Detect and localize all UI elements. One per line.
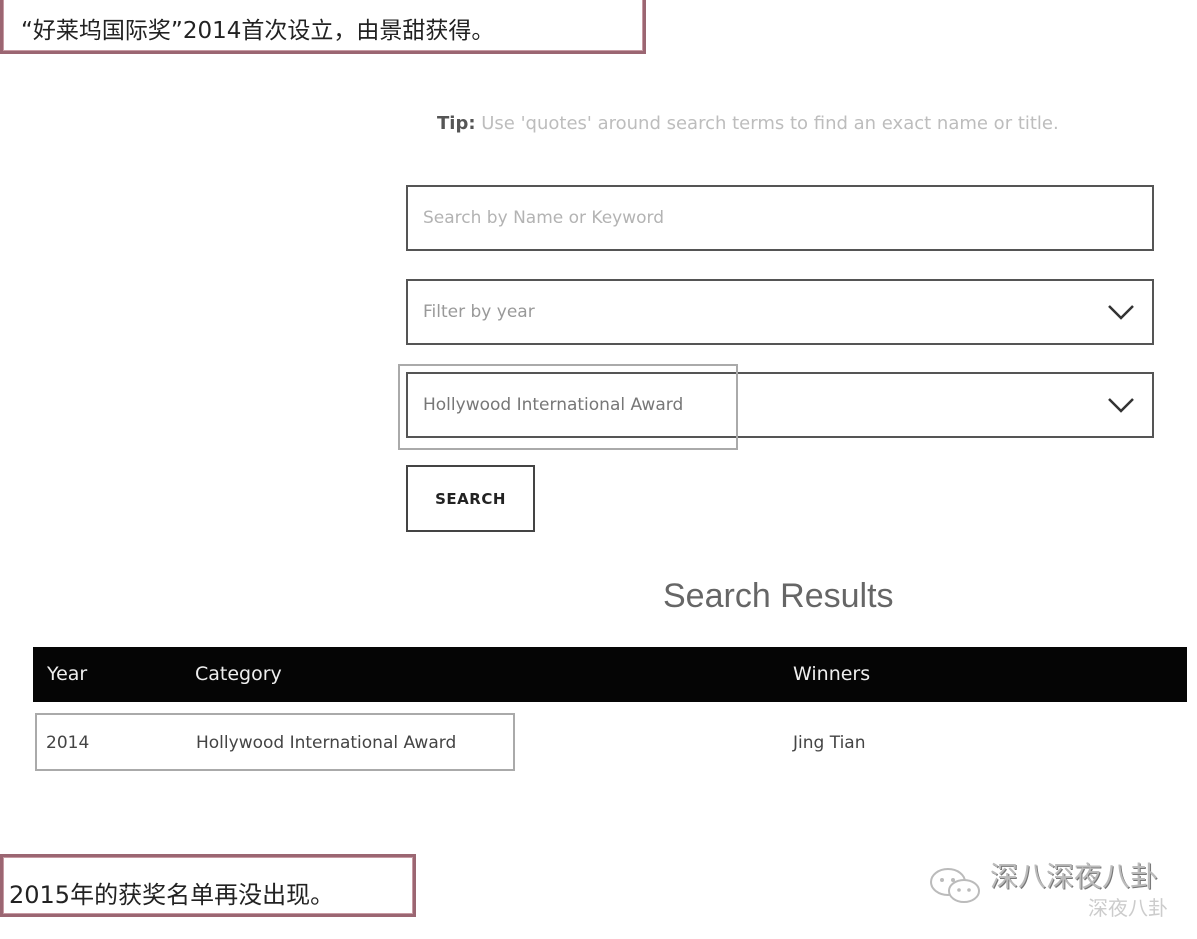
results-table-header: Year Category Winners	[33, 647, 1187, 702]
column-header-winners: Winners	[793, 663, 871, 685]
watermark-title: 深八深夜八卦	[990, 860, 1159, 893]
cell-winners: Jing Tian	[793, 733, 866, 753]
year-filter-value: Filter by year	[423, 302, 535, 322]
watermark: 深八深夜八卦 深夜八卦	[928, 860, 1168, 920]
caption-top-text: “好莱坞国际奖”2014首次设立，由景甜获得。	[21, 18, 495, 44]
search-tip: Tip: Use 'quotes' around search terms to…	[437, 113, 1059, 134]
search-field-wrapper	[406, 185, 1154, 251]
row-highlight-frame	[35, 713, 515, 771]
watermark-subtitle: 深夜八卦	[1088, 896, 1168, 920]
tip-label: Tip:	[437, 113, 476, 134]
year-filter-select[interactable]: Filter by year	[406, 279, 1154, 345]
search-button[interactable]: SEARCH	[406, 465, 535, 532]
caption-bottom: 2015年的获奖名单再没出现。	[0, 854, 416, 917]
category-highlight-frame	[398, 364, 738, 450]
search-input[interactable]	[408, 187, 1152, 249]
column-header-category: Category	[195, 663, 282, 685]
chat-bubbles-icon	[930, 868, 980, 903]
results-title: Search Results	[663, 577, 894, 615]
caption-bottom-text: 2015年的获奖名单再没出现。	[9, 881, 335, 909]
chevron-down-icon	[1108, 398, 1134, 413]
chevron-down-icon	[1108, 305, 1134, 320]
column-header-year: Year	[47, 663, 88, 685]
caption-top: “好莱坞国际奖”2014首次设立，由景甜获得。	[0, 0, 646, 54]
tip-text: Use 'quotes' around search terms to find…	[475, 113, 1059, 134]
